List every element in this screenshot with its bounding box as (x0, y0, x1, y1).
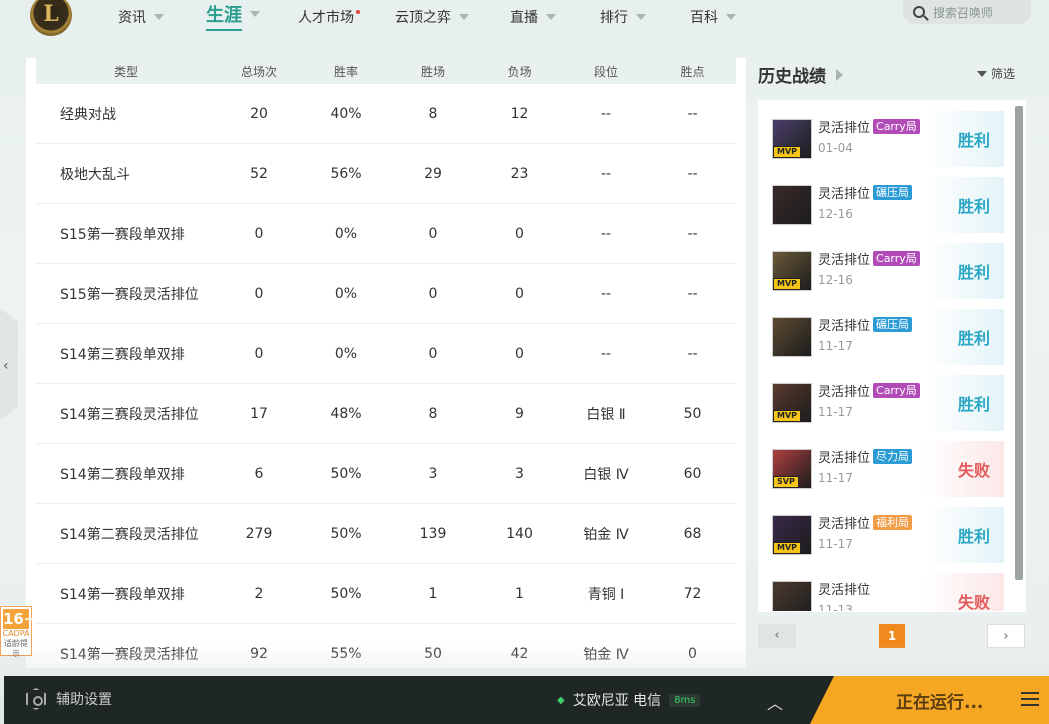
match-tag: 碾压局 (873, 317, 913, 332)
cell-rank: 铂金 Ⅳ (583, 646, 629, 663)
match-result: 胜利 (924, 111, 1004, 167)
match-mode: 灵活排位 (818, 253, 871, 268)
match-mode: 灵活排位 (818, 583, 871, 598)
age-rating-warning: 适龄提示 (4, 639, 28, 658)
match-card[interactable]: 灵活排位 碾压局 11-17 胜利 (772, 309, 1004, 365)
match-mode-row: 灵活排位 Carry局 (818, 117, 938, 136)
match-date: 11-17 (818, 405, 853, 419)
match-mode-row: 灵活排位 碾压局 (818, 183, 938, 202)
cell-losses: 42 (510, 645, 529, 662)
match-tag: 尽力局 (873, 449, 913, 464)
prev-page-button[interactable]: ‹ (758, 624, 796, 648)
match-mode: 灵活排位 (818, 121, 871, 136)
match-mode: 灵活排位 (818, 187, 871, 202)
mvp-badge: SVP (773, 476, 799, 488)
match-tag: Carry局 (873, 119, 920, 134)
match-card[interactable]: MVP 灵活排位 Carry局 01-04 胜利 (772, 111, 1004, 167)
match-mode-row: 灵活排位 尽力局 (818, 447, 938, 466)
match-result: 失败 (924, 573, 1004, 611)
champion-avatar: MVP (772, 383, 812, 423)
match-info: 灵活排位 Carry局 11-17 (818, 375, 938, 431)
match-card[interactable]: MVP 灵活排位 Carry局 11-17 胜利 (772, 375, 1004, 431)
match-tag: Carry局 (873, 383, 920, 398)
menu-icon[interactable] (1021, 692, 1039, 706)
match-card[interactable]: MVP 灵活排位 福利局 11-17 胜利 (772, 507, 1004, 563)
page-number[interactable]: 1 (879, 624, 905, 648)
match-mode: 灵活排位 (818, 517, 871, 532)
match-tag: 福利局 (873, 515, 913, 530)
match-result: 胜利 (924, 309, 1004, 365)
server-status[interactable]: ◆ 艾欧尼亚 电信 8ms (557, 690, 701, 710)
running-status-label: 正在运行... (896, 693, 984, 713)
match-info: 灵活排位 尽力局 11-17 (818, 441, 938, 497)
mvp-badge: MVP (773, 278, 802, 290)
champion-avatar: MVP (772, 251, 812, 291)
server-name: 艾欧尼亚 电信 (572, 693, 662, 709)
champion-avatar (772, 185, 812, 225)
cell-type: S14第一赛段灵活排位 (60, 646, 199, 663)
match-mode-row: 灵活排位 碾压局 (818, 315, 938, 334)
match-card[interactable]: SVP 灵活排位 尽力局 11-17 失败 (772, 441, 1004, 497)
cell-lp: 0 (688, 645, 697, 662)
mvp-badge: MVP (773, 410, 802, 422)
match-result: 胜利 (924, 243, 1004, 299)
table-row: S14第一赛段灵活排位 92 55% 50 42 铂金 Ⅳ 0 (36, 624, 736, 668)
match-date: 11-17 (818, 471, 853, 485)
next-page-button[interactable]: › (987, 624, 1025, 648)
match-mode-row: 灵活排位 福利局 (818, 513, 938, 532)
running-status-button[interactable]: 正在运行... (810, 676, 1049, 724)
chevron-up-icon[interactable]: ︿ (767, 690, 783, 714)
champion-avatar: MVP (772, 119, 812, 159)
match-tag: 碾压局 (873, 185, 913, 200)
match-mode: 灵活排位 (818, 451, 871, 466)
match-card[interactable]: MVP 灵活排位 Carry局 12-16 胜利 (772, 243, 1004, 299)
cell-wins: 50 (424, 645, 442, 662)
bottom-bar: 辅助设置 ◆ 艾欧尼亚 电信 8ms ︿ 正在运行... (4, 676, 1049, 724)
champion-avatar: SVP (772, 449, 812, 489)
server-online-icon: ◆ (557, 694, 565, 706)
match-info: 灵活排位 碾压局 11-17 (818, 309, 938, 365)
match-result: 失败 (924, 441, 1004, 497)
match-tag: Carry局 (873, 251, 920, 266)
champion-avatar (772, 581, 812, 611)
match-result: 胜利 (924, 177, 1004, 233)
match-date: 11-13 (818, 603, 853, 611)
history-scrollbar[interactable] (1015, 106, 1023, 580)
match-result: 胜利 (924, 375, 1004, 431)
match-date: 11-17 (818, 537, 853, 551)
match-mode: 灵活排位 (818, 319, 871, 334)
age-rating-badge: 16+ CADPA 适龄提示 (0, 606, 37, 658)
match-date: 12-16 (818, 273, 853, 287)
match-date: 11-17 (818, 339, 853, 353)
age-rating-org: CADPA (2, 629, 30, 638)
match-mode: 灵活排位 (818, 385, 871, 400)
ping-badge: 8ms (669, 693, 701, 707)
champion-avatar: MVP (772, 515, 812, 555)
assist-settings-label: 辅助设置 (56, 692, 112, 708)
match-info: 灵活排位 Carry局 12-16 (818, 243, 938, 299)
match-card[interactable]: 灵活排位 碾压局 12-16 胜利 (772, 177, 1004, 233)
mvp-badge: MVP (773, 146, 802, 158)
match-date: 12-16 (818, 207, 853, 221)
match-info: 灵活排位 福利局 11-17 (818, 507, 938, 563)
match-mode-row: 灵活排位 Carry局 (818, 381, 938, 400)
match-mode-row: 灵活排位 Carry局 (818, 249, 938, 268)
match-mode-row: 灵活排位 (818, 579, 938, 598)
match-date: 01-04 (818, 141, 853, 155)
match-result: 胜利 (924, 507, 1004, 563)
mvp-badge: MVP (773, 542, 802, 554)
settings-hex-icon (26, 688, 46, 710)
cell-total: 92 (250, 645, 268, 662)
assist-settings-button[interactable]: 辅助设置 (26, 688, 112, 710)
match-card[interactable]: 灵活排位 11-13 失败 (772, 573, 1004, 611)
champion-avatar (772, 317, 812, 357)
cell-winrate: 55% (330, 645, 362, 662)
match-info: 灵活排位 11-13 (818, 573, 938, 611)
age-rating-number: 16+ (3, 609, 37, 629)
match-info: 灵活排位 Carry局 01-04 (818, 111, 938, 167)
match-info: 灵活排位 碾压局 12-16 (818, 177, 938, 233)
